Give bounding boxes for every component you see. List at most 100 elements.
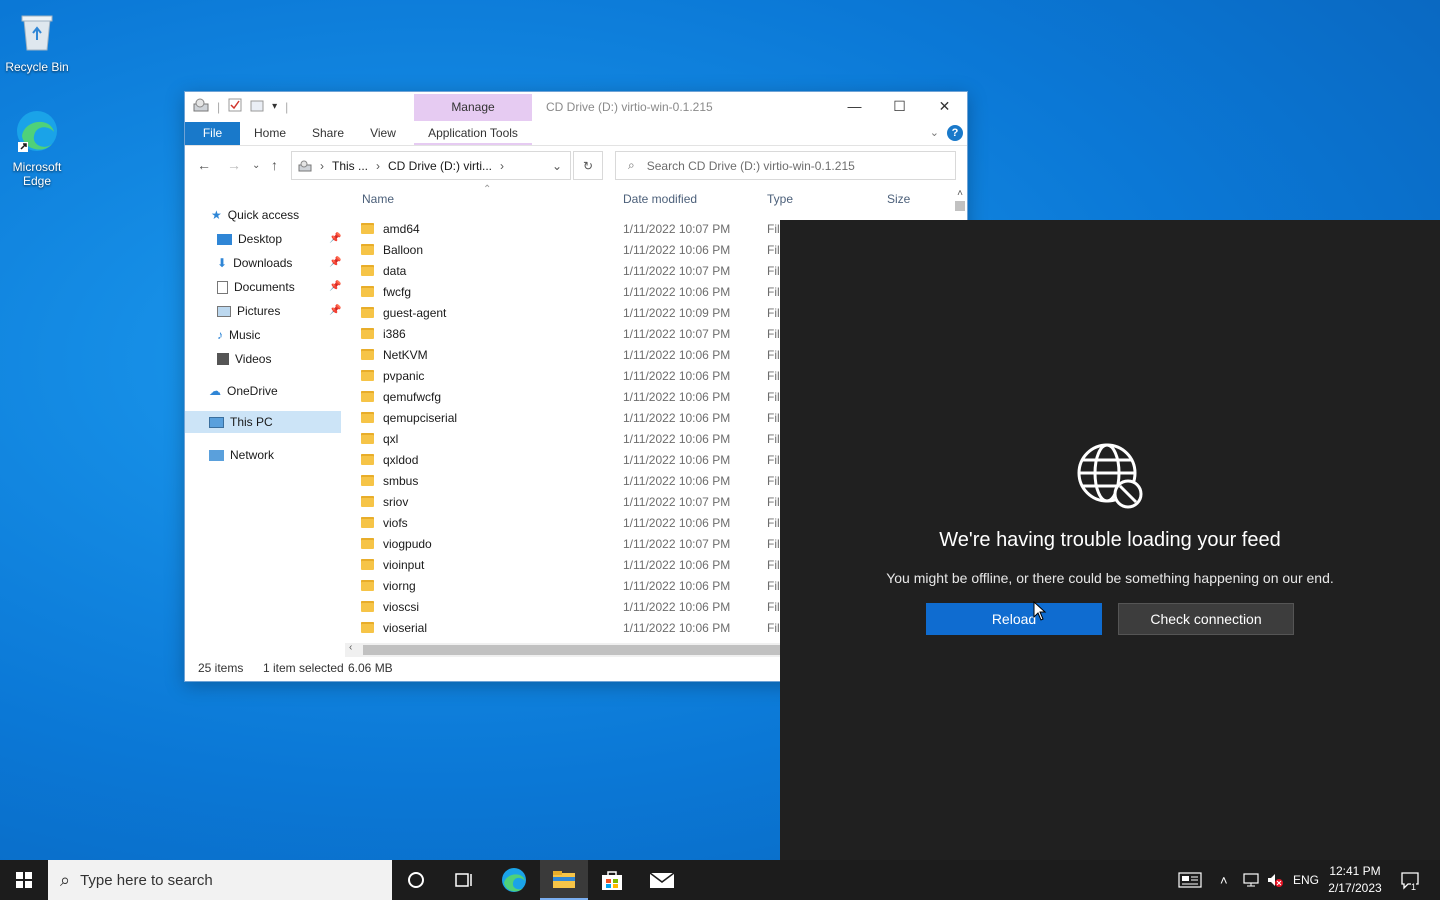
taskbar-search-box[interactable]: ⌕ Type here to search [48,860,392,900]
breadcrumb-this-pc[interactable]: This ... [332,159,368,173]
nav-onedrive[interactable]: ☁ OneDrive [209,380,278,402]
tab-home[interactable]: Home [245,122,295,145]
file-type: Fil [767,431,780,446]
chevron-right-icon: › [500,158,505,173]
pin-icon[interactable]: 📌 [329,228,341,250]
task-view-icon [455,873,472,887]
search-input[interactable]: ⌕ Search CD Drive (D:) virtio-win-0.1.21… [615,151,956,180]
forward-arrow-icon[interactable]: → [227,157,241,173]
volume-muted-icon[interactable] [1266,860,1284,900]
nav-documents[interactable]: Documents 📌 [217,276,343,298]
refresh-button[interactable]: ↻ [573,151,603,180]
nav-network[interactable]: Network [209,444,274,466]
store-bag-icon [602,871,622,890]
column-type[interactable]: Type [767,192,793,206]
manage-tab[interactable]: Manage [414,94,532,121]
pin-icon[interactable]: 📌 [329,300,341,322]
system-clock[interactable]: 12:41 PM 2/17/2023 [1318,863,1392,897]
back-arrow-icon[interactable]: ← [197,157,211,173]
network-status-icon[interactable] [1242,860,1260,900]
file-type: Fil [767,410,780,425]
pin-icon[interactable]: 📌 [329,252,341,274]
store-taskbar-button[interactable] [588,860,636,900]
recycle-bin-shortcut[interactable]: Recycle Bin [0,8,74,74]
drive-small-icon [298,160,312,171]
close-button[interactable]: ✕ [922,92,967,120]
news-widget-icon[interactable] [1178,860,1202,900]
folder-icon [361,517,374,528]
action-center-button[interactable]: 1 [1400,860,1420,900]
pictures-icon [217,305,231,317]
file-type: Fil [767,620,780,635]
breadcrumb-cd-drive[interactable]: CD Drive (D:) virti... [388,159,492,173]
address-bar[interactable]: › This ... › CD Drive (D:) virti... › ⌄ [291,151,571,180]
mail-taskbar-button[interactable] [638,860,686,900]
file-date: 1/11/2022 10:07 PM [623,536,731,551]
file-type: Fil [767,305,780,320]
tab-view[interactable]: View [363,122,403,145]
music-icon: ♪ [217,328,223,342]
new-folder-icon[interactable] [250,98,264,115]
windows-logo-icon [16,872,32,888]
edge-icon [17,111,57,152]
ribbon-expand-icon[interactable]: ⌄ [930,126,939,139]
drive-icon[interactable] [193,98,209,115]
scroll-left-icon[interactable]: ‹ [349,642,352,653]
file-type: Fil [767,473,780,488]
tab-application-tools[interactable]: Application Tools [414,122,532,145]
column-size[interactable]: Size [887,192,910,206]
nav-pictures[interactable]: Pictures 📌 [217,300,343,322]
folder-icon [361,496,374,507]
nav-quick-access[interactable]: ★ Quick access [211,204,299,226]
column-date-modified[interactable]: Date modified [623,192,697,206]
search-icon: ⌕ [60,869,71,890]
show-hidden-icons-chevron-icon[interactable]: ˄ [1220,860,1228,900]
file-type: Fil [767,515,780,530]
column-name[interactable]: Name [362,192,394,206]
properties-icon[interactable] [228,98,242,115]
up-arrow-icon[interactable]: ↑ [271,157,278,173]
file-date: 1/11/2022 10:06 PM [623,578,731,593]
cortana-button[interactable] [392,860,440,900]
news-feed-panel[interactable]: We're having trouble loading your feed Y… [780,220,1440,860]
folder-icon [361,223,374,234]
check-connection-button[interactable]: Check connection [1118,603,1294,635]
reload-button[interactable]: Reload [926,603,1102,635]
help-icon[interactable]: ? [947,125,963,141]
input-language[interactable]: ENG [1293,860,1319,900]
documents-icon [217,280,228,294]
title-bar[interactable]: | ▾ | Manage CD Drive (D:) virtio-win-0.… [185,92,967,122]
file-date: 1/11/2022 10:06 PM [623,452,731,467]
download-icon: ⬇ [217,256,228,270]
edge-taskbar-button[interactable] [490,860,538,900]
recent-locations-icon[interactable]: ⌄ [252,160,260,171]
minimize-button[interactable]: — [832,92,877,120]
nav-this-pc[interactable]: This PC [185,411,341,433]
folder-icon [361,559,374,570]
customize-dropdown-icon[interactable]: ▾ [272,101,277,112]
file-name: smbus [383,473,419,488]
folder-icon [361,538,374,549]
tab-share[interactable]: Share [305,122,351,145]
vscroll-thumb[interactable] [955,201,965,211]
folder-icon [361,412,374,423]
nav-videos[interactable]: Videos [217,348,271,370]
vertical-scrollbar[interactable]: ˄ [953,188,967,218]
file-name: qxldod [383,452,419,467]
feed-error-message: You might be offline, or there could be … [886,570,1334,586]
nav-downloads[interactable]: ⬇ Downloads 📌 [217,252,343,274]
nav-music[interactable]: ♪ Music [217,324,260,346]
start-button[interactable] [0,860,48,900]
nav-desktop[interactable]: Desktop 📌 [217,228,343,250]
tab-file[interactable]: File [185,122,240,145]
address-dropdown-icon[interactable]: ⌄ [552,159,562,173]
file-date: 1/11/2022 10:07 PM [623,326,731,341]
maximize-button[interactable]: ☐ [877,92,922,120]
pin-icon[interactable]: 📌 [329,276,341,298]
task-view-button[interactable] [440,860,488,900]
file-explorer-taskbar-button[interactable] [540,860,588,900]
file-date: 1/11/2022 10:06 PM [623,242,731,257]
edge-shortcut[interactable]: Microsoft Edge [0,108,74,188]
file-date: 1/11/2022 10:06 PM [623,620,731,635]
scroll-up-icon[interactable]: ˄ [953,188,967,199]
